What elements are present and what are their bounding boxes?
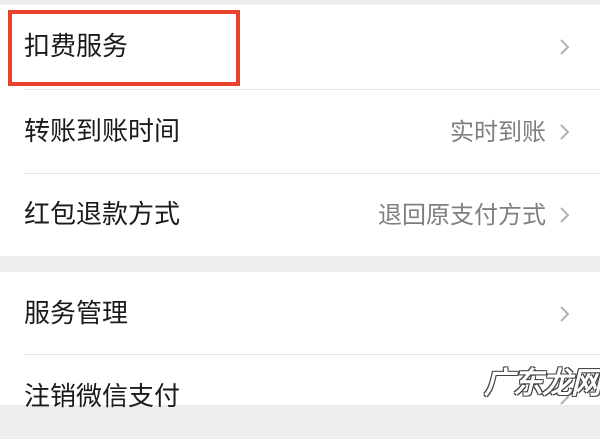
row-red-packet-refund[interactable]: 红包退款方式 退回原支付方式 bbox=[0, 173, 600, 257]
chevron-right-icon bbox=[560, 124, 570, 140]
watermark-text: 广东龙网 bbox=[484, 366, 600, 401]
chevron-right-icon bbox=[560, 207, 570, 223]
highlight-annotation-box bbox=[8, 10, 240, 86]
row-label: 服务管理 bbox=[24, 299, 129, 329]
row-value: 实时到账 bbox=[450, 118, 546, 146]
row-label: 红包退款方式 bbox=[24, 200, 181, 230]
row-transfer-arrival-time[interactable]: 转账到账时间 实时到账 bbox=[0, 90, 600, 174]
chevron-right-icon bbox=[560, 39, 570, 55]
row-value: 退回原支付方式 bbox=[378, 201, 546, 229]
watermark-logo: 广东龙网 bbox=[484, 360, 600, 401]
chevron-right-icon bbox=[560, 306, 570, 322]
row-service-management[interactable]: 服务管理 bbox=[0, 272, 600, 356]
row-label: 注销微信支付 bbox=[24, 382, 181, 412]
row-label: 转账到账时间 bbox=[24, 117, 181, 147]
